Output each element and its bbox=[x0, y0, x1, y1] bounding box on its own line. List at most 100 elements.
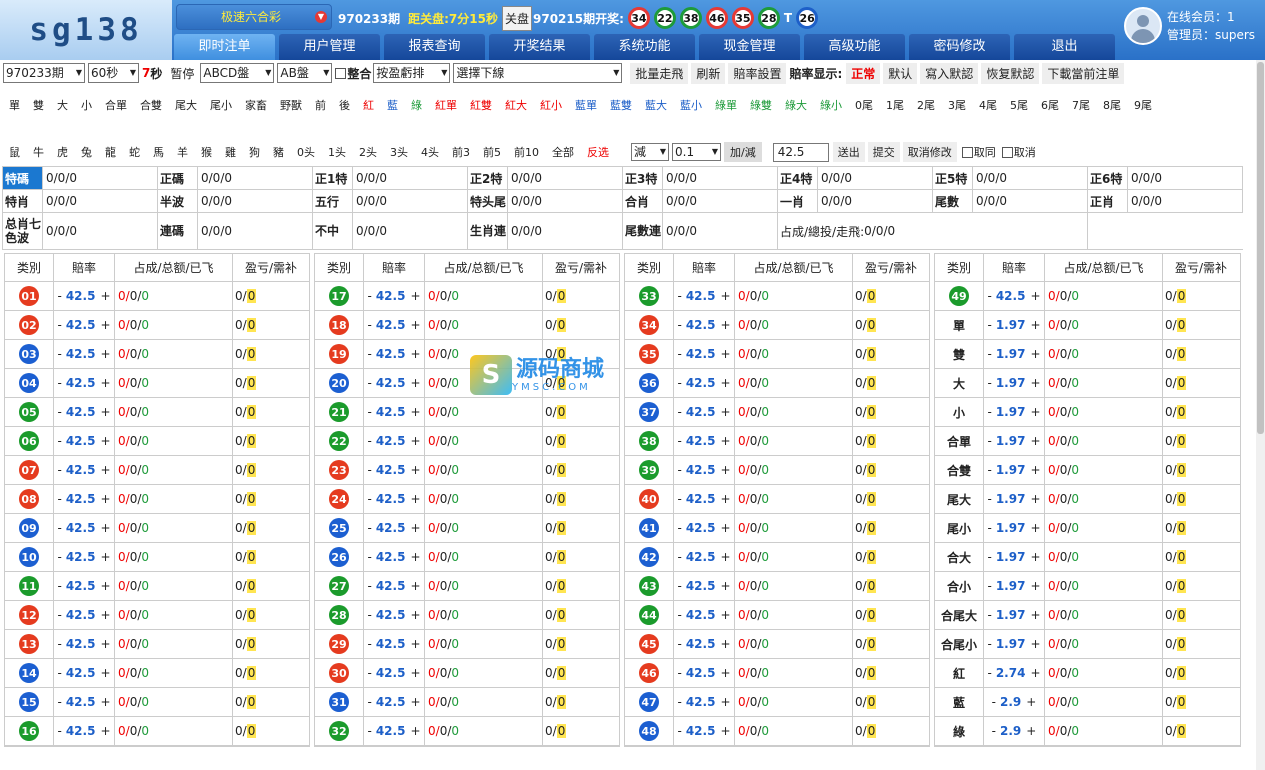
odds-value[interactable]: 42.5 bbox=[376, 376, 406, 390]
amount-cell[interactable]: 0/0/0 bbox=[735, 311, 853, 339]
odds-value[interactable]: 42.5 bbox=[66, 579, 96, 593]
summary-label[interactable]: 正3特 bbox=[623, 167, 663, 189]
amount-cell[interactable]: 0/0/0 bbox=[425, 514, 543, 542]
pause-button[interactable]: 暂停 bbox=[170, 65, 194, 82]
decrease-odds-button[interactable]: - bbox=[987, 463, 991, 477]
filter-item[interactable]: 紅單 bbox=[435, 94, 457, 118]
decrease-odds-button[interactable]: - bbox=[987, 347, 991, 361]
filter-item[interactable]: 羊 bbox=[177, 144, 188, 160]
increase-odds-button[interactable]: + bbox=[410, 666, 420, 680]
download-bets-button[interactable]: 下載當前注單 bbox=[1042, 62, 1125, 84]
filter-item[interactable]: 合雙 bbox=[140, 94, 162, 118]
lottery-select[interactable]: 极速六合彩 ▼ bbox=[176, 4, 332, 30]
amount-cell[interactable]: 0/0/0 bbox=[115, 485, 233, 513]
amount-cell[interactable]: 0/0/0 bbox=[1045, 514, 1163, 542]
amount-cell[interactable]: 0/0/0 bbox=[1045, 659, 1163, 687]
amount-cell[interactable]: 0/0/0 bbox=[1045, 630, 1163, 658]
nav-tab[interactable]: 系统功能 bbox=[594, 34, 695, 60]
odds-value[interactable]: 42.5 bbox=[66, 666, 96, 680]
interval-select[interactable]: 60秒 ▼ bbox=[88, 63, 139, 83]
decrease-odds-button[interactable]: - bbox=[677, 405, 681, 419]
nav-tab[interactable]: 现金管理 bbox=[699, 34, 800, 60]
amount-cell[interactable]: 0/0/0 bbox=[735, 340, 853, 368]
increase-odds-button[interactable]: + bbox=[720, 724, 730, 738]
increase-odds-button[interactable]: + bbox=[410, 579, 420, 593]
amount-cell[interactable]: 0/0/0 bbox=[1045, 688, 1163, 716]
amount-cell[interactable]: 0/0/0 bbox=[425, 311, 543, 339]
amount-cell[interactable]: 0/0/0 bbox=[115, 282, 233, 310]
filter-item[interactable]: 0头 bbox=[297, 144, 315, 160]
increase-odds-button[interactable]: + bbox=[720, 463, 730, 477]
summary-label[interactable]: 正4特 bbox=[778, 167, 818, 189]
odds-value[interactable]: 42.5 bbox=[66, 724, 96, 738]
odds-value[interactable]: 1.97 bbox=[996, 347, 1026, 361]
decrease-odds-button[interactable]: - bbox=[57, 463, 61, 477]
amount-cell[interactable]: 0/0/0 bbox=[1045, 369, 1163, 397]
increase-odds-button[interactable]: + bbox=[720, 289, 730, 303]
filter-item[interactable]: 綠大 bbox=[785, 94, 807, 118]
amount-cell[interactable]: 0/0/0 bbox=[1045, 543, 1163, 571]
odds-value[interactable]: 42.5 bbox=[66, 695, 96, 709]
filter-item[interactable]: 1尾 bbox=[886, 94, 904, 118]
decrease-odds-button[interactable]: - bbox=[367, 637, 371, 651]
odds-value[interactable]: 42.5 bbox=[66, 463, 96, 477]
filter-item[interactable]: 蛇 bbox=[129, 144, 140, 160]
filter-item[interactable]: 綠 bbox=[411, 94, 422, 118]
nav-tab[interactable]: 报表查询 bbox=[384, 34, 485, 60]
increase-odds-button[interactable]: + bbox=[410, 492, 420, 506]
odds-value[interactable]: 42.5 bbox=[686, 579, 716, 593]
filter-item[interactable]: 紅大 bbox=[505, 94, 527, 118]
decrease-odds-button[interactable]: - bbox=[677, 637, 681, 651]
summary-label[interactable]: 一肖 bbox=[778, 190, 818, 212]
summary-label[interactable]: 五行 bbox=[313, 190, 353, 212]
summary-label[interactable]: 总肖七色波 bbox=[3, 213, 43, 249]
decrease-odds-button[interactable]: - bbox=[987, 666, 991, 680]
decrease-odds-button[interactable]: - bbox=[367, 463, 371, 477]
odds-value[interactable]: 42.5 bbox=[376, 347, 406, 361]
amount-cell[interactable]: 0/0/0 bbox=[115, 369, 233, 397]
decrease-odds-button[interactable]: - bbox=[57, 608, 61, 622]
increase-odds-button[interactable]: + bbox=[720, 579, 730, 593]
decrease-odds-button[interactable]: - bbox=[57, 521, 61, 535]
increase-odds-button[interactable]: + bbox=[720, 637, 730, 651]
restore-default-button[interactable]: 恢复默認 bbox=[981, 62, 1040, 84]
amount-cell[interactable]: 0/0/0 bbox=[425, 688, 543, 716]
decrease-odds-button[interactable]: - bbox=[367, 405, 371, 419]
odds-value[interactable]: 42.5 bbox=[686, 492, 716, 506]
odds-value[interactable]: 2.74 bbox=[996, 666, 1026, 680]
odds-value[interactable]: 42.5 bbox=[686, 405, 716, 419]
odds-value[interactable]: 1.97 bbox=[996, 608, 1026, 622]
amount-cell[interactable]: 0/0/0 bbox=[1045, 282, 1163, 310]
summary-label[interactable]: 正碼 bbox=[158, 167, 198, 189]
amount-cell[interactable]: 0/0/0 bbox=[425, 485, 543, 513]
decrease-odds-button[interactable]: - bbox=[992, 695, 996, 709]
odds-value[interactable]: 42.5 bbox=[686, 318, 716, 332]
summary-label[interactable]: 正5特 bbox=[933, 167, 973, 189]
summary-label[interactable]: 尾數連 bbox=[623, 213, 663, 249]
odds-value[interactable]: 42.5 bbox=[376, 521, 406, 535]
decrease-odds-button[interactable]: - bbox=[677, 492, 681, 506]
amount-cell[interactable]: 0/0/0 bbox=[735, 543, 853, 571]
odds-value[interactable]: 42.5 bbox=[66, 318, 96, 332]
amount-cell[interactable]: 0/0/0 bbox=[735, 717, 853, 745]
odds-value[interactable]: 42.5 bbox=[686, 463, 716, 477]
amount-cell[interactable]: 0/0/0 bbox=[115, 398, 233, 426]
decrease-odds-button[interactable]: - bbox=[677, 463, 681, 477]
filter-item[interactable]: 大 bbox=[57, 94, 68, 118]
nav-tab[interactable]: 密码修改 bbox=[909, 34, 1010, 60]
amount-cell[interactable]: 0/0/0 bbox=[1045, 485, 1163, 513]
odds-value[interactable]: 42.5 bbox=[376, 434, 406, 448]
decrease-odds-button[interactable]: - bbox=[677, 347, 681, 361]
odds-value[interactable]: 42.5 bbox=[686, 521, 716, 535]
filter-item[interactable]: 野獸 bbox=[280, 94, 302, 118]
increase-odds-button[interactable]: + bbox=[1030, 347, 1040, 361]
amount-cell[interactable]: 0/0/0 bbox=[1045, 398, 1163, 426]
summary-label[interactable]: 尾數 bbox=[933, 190, 973, 212]
decrease-odds-button[interactable]: - bbox=[367, 695, 371, 709]
amount-cell[interactable]: 0/0/0 bbox=[115, 427, 233, 455]
nav-tab[interactable]: 高级功能 bbox=[804, 34, 905, 60]
increase-odds-button[interactable]: + bbox=[720, 405, 730, 419]
increase-odds-button[interactable]: + bbox=[1030, 289, 1040, 303]
filter-item[interactable]: 7尾 bbox=[1072, 94, 1090, 118]
decrease-odds-button[interactable]: - bbox=[367, 434, 371, 448]
